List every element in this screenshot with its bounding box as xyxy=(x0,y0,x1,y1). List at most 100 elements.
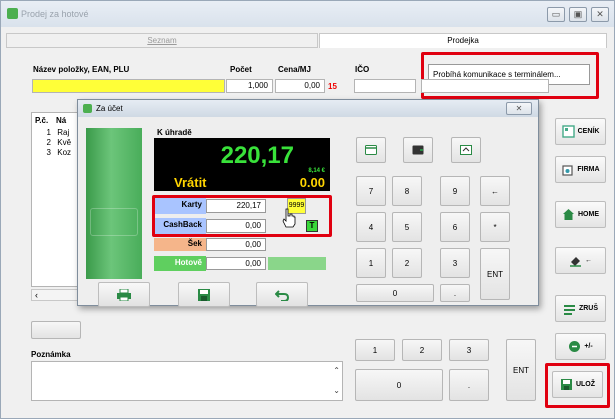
amount-display: 220,17 8,14 € Vrátit 0.00 xyxy=(154,138,330,191)
app-icon xyxy=(7,8,18,19)
price-flag: 15 xyxy=(328,82,337,91)
pricelist-button[interactable]: CENÍK xyxy=(555,118,606,145)
cash-extra-field xyxy=(268,257,326,270)
cash-label: Hotově xyxy=(174,258,202,267)
card-graphic xyxy=(86,128,142,279)
change-value: 0.00 xyxy=(299,175,325,190)
eur-amount: 8,14 € xyxy=(308,168,325,174)
plusminus-button[interactable]: +/- xyxy=(555,333,606,360)
payment-dialog: Za účet ✕ K úhradě 220,17 8,14 € Vrátit … xyxy=(77,99,539,307)
card-outline-icon xyxy=(90,208,138,236)
cash-input[interactable]: 0,00 xyxy=(206,257,266,270)
qty-input[interactable]: 1,000 xyxy=(226,79,273,93)
home-icon xyxy=(563,209,574,220)
cheque-label-bg: Šek xyxy=(154,238,206,251)
item-name-label: Název položky, EAN, PLU xyxy=(33,65,130,74)
maximize-button[interactable]: ▣ xyxy=(569,7,587,22)
key-backspace[interactable]: ← xyxy=(480,176,510,206)
under-table-button[interactable] xyxy=(31,321,81,339)
back-button[interactable] xyxy=(256,282,308,307)
col-name-header: Ná xyxy=(56,116,67,125)
undo-icon xyxy=(275,289,289,301)
wallet-button[interactable] xyxy=(403,137,433,163)
table-row[interactable]: 1 Raj xyxy=(34,128,80,138)
key-5[interactable]: 5 xyxy=(392,212,422,242)
voucher-button[interactable] xyxy=(451,137,481,163)
price-label: Cena/MJ xyxy=(278,65,311,74)
plusminus-label: +/- xyxy=(584,343,593,350)
scroll-up-icon[interactable]: ⌃ xyxy=(333,366,340,375)
col-no-header: P.č. xyxy=(35,116,49,125)
save-button[interactable]: ULOŽ xyxy=(552,371,603,398)
home-button[interactable]: HOME xyxy=(555,201,606,228)
items-table: P.č. Ná 1 Raj 2 Kvě 3 Koz xyxy=(31,112,81,287)
row-name: Koz xyxy=(57,148,72,157)
key-6[interactable]: 6 xyxy=(440,212,470,242)
total-amount: 220,17 xyxy=(220,142,294,169)
tab-list[interactable]: Seznam xyxy=(6,33,318,48)
cancel-button[interactable]: ZRUŠ xyxy=(555,295,606,322)
row-name: Raj xyxy=(57,128,70,137)
item-name-input[interactable] xyxy=(32,79,225,93)
key-2[interactable]: 2 xyxy=(392,248,422,278)
card-pay-button[interactable] xyxy=(356,137,386,163)
table-row[interactable]: 2 Kvě xyxy=(34,138,80,148)
title-bar: Prodej za hotové ▭ ▣ ✕ xyxy=(1,1,614,27)
company-icon xyxy=(562,165,574,176)
key-7[interactable]: 7 xyxy=(356,176,386,206)
bg-key-dot[interactable]: . xyxy=(449,369,489,401)
cheque-label: Šek xyxy=(187,239,202,248)
key-4[interactable]: 4 xyxy=(356,212,386,242)
hand-cursor-icon xyxy=(282,208,296,228)
key-dot[interactable]: . xyxy=(440,284,470,302)
floppy-icon xyxy=(198,288,210,301)
voucher-icon xyxy=(460,145,472,155)
key-8[interactable]: 8 xyxy=(392,176,422,206)
dialog-close-button[interactable]: ✕ xyxy=(506,102,532,115)
bg-key-ent[interactable]: ENT xyxy=(506,339,536,401)
card-payment-highlight xyxy=(152,195,332,237)
print-button[interactable] xyxy=(98,282,150,307)
change-label: Vrátit xyxy=(174,175,207,190)
card-icon xyxy=(365,145,377,155)
tab-receipt[interactable]: Prodejka xyxy=(319,33,607,48)
cancel-list-icon xyxy=(563,305,575,315)
table-row[interactable]: 3 Koz xyxy=(34,148,80,158)
key-0[interactable]: 0 xyxy=(356,284,434,302)
cheque-input[interactable]: 0,00 xyxy=(206,238,266,251)
bg-key-2[interactable]: 2 xyxy=(402,339,442,361)
dialog-title: Za účet xyxy=(96,104,123,113)
key-1[interactable]: 1 xyxy=(356,248,386,278)
key-enter[interactable]: ENT xyxy=(480,248,510,300)
bg-key-3[interactable]: 3 xyxy=(449,339,489,361)
wallet-icon xyxy=(412,145,424,155)
printer-icon xyxy=(117,288,131,301)
dialog-title-bar: Za účet ✕ xyxy=(78,100,538,117)
window-title: Prodej za hotové xyxy=(21,9,89,19)
scroll-left-button[interactable]: ‹ xyxy=(31,289,81,301)
dialog-save-button[interactable] xyxy=(178,282,230,307)
row-no: 3 xyxy=(46,148,51,157)
qty-label: Počet xyxy=(230,65,252,74)
row-no: 2 xyxy=(46,138,51,147)
bg-key-1[interactable]: 1 xyxy=(355,339,395,361)
pricelist-icon xyxy=(561,125,575,138)
key-3[interactable]: 3 xyxy=(440,248,470,278)
erase-button[interactable]: ← xyxy=(555,247,606,274)
bg-key-0[interactable]: 0 xyxy=(355,369,443,401)
note-textarea[interactable]: ⌃ ⌄ xyxy=(31,361,343,401)
key-9[interactable]: 9 xyxy=(440,176,470,206)
minimize-button[interactable]: ▭ xyxy=(547,7,565,22)
row-name: Kvě xyxy=(57,138,72,147)
ico-input[interactable] xyxy=(354,79,416,93)
scroll-down-icon[interactable]: ⌄ xyxy=(333,386,340,395)
customer-input[interactable] xyxy=(421,79,549,93)
key-star[interactable]: * xyxy=(480,212,510,242)
close-button[interactable]: ✕ xyxy=(591,7,609,22)
price-input[interactable]: 0,00 xyxy=(275,79,325,93)
erase-arrow-label: ← xyxy=(585,257,592,264)
to-pay-label: K úhradě xyxy=(157,128,192,137)
company-button[interactable]: FIRMA xyxy=(555,156,606,183)
plusminus-icon xyxy=(569,341,581,352)
ico-label: IČO xyxy=(355,65,370,74)
